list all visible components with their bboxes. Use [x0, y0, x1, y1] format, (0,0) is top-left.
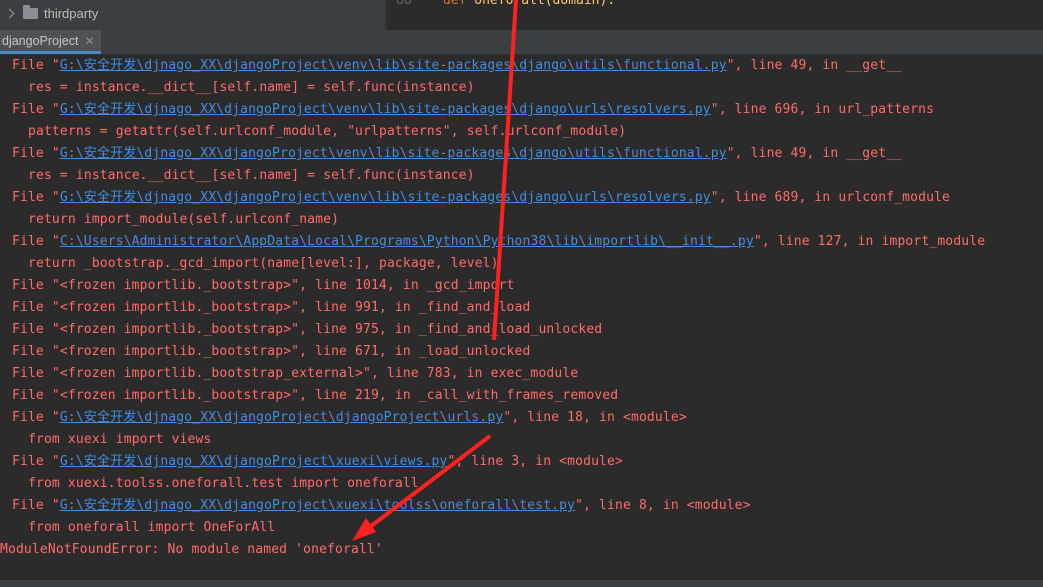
- editor-code-line: 88 def oneforall(domain):: [396, 0, 615, 8]
- file-path-link[interactable]: G:\安全开发\djnago_XX\djangoProject\venv\lib…: [60, 102, 711, 117]
- file-path-link[interactable]: G:\安全开发\djnago_XX\djangoProject\venv\lib…: [60, 190, 711, 205]
- traceback-frame-line: File "G:\安全开发\djnago_XX\djangoProject\ve…: [0, 100, 934, 120]
- traceback-frame-line: File "G:\安全开发\djnago_XX\djangoProject\dj…: [0, 408, 687, 428]
- chevron-right-icon[interactable]: [4, 8, 15, 18]
- traceback-frame-line: File "<frozen importlib._bootstrap>", li…: [12, 300, 531, 315]
- console-output[interactable]: File "G:\安全开发\djnago_XX\djangoProject\ve…: [0, 56, 1043, 580]
- frame-suffix: ", line 3, in <module>: [447, 454, 623, 469]
- frame-prefix: File ": [12, 498, 60, 513]
- frame-prefix: File ": [12, 146, 60, 161]
- line-number: 88: [396, 0, 412, 8]
- project-pane: thirdparty: [0, 0, 385, 30]
- file-path-link[interactable]: G:\安全开发\djnago_XX\djangoProject\venv\lib…: [60, 146, 727, 161]
- traceback-frame-line: File "<frozen importlib._bootstrap>", li…: [12, 344, 531, 359]
- close-icon[interactable]: ✕: [84, 35, 94, 47]
- frame-suffix: ", line 49, in __get__: [726, 146, 903, 161]
- frame-prefix: File ": [12, 102, 60, 117]
- traceback-code-line: res = instance.__dict__[self.name] = sel…: [28, 168, 475, 183]
- traceback-code-line: res = instance.__dict__[self.name] = sel…: [28, 80, 475, 95]
- traceback-frame-line: File "C:\Users\Administrator\AppData\Loc…: [0, 232, 985, 252]
- frame-prefix: File ": [12, 454, 60, 469]
- traceback-frame-line: File "<frozen importlib._bootstrap_exter…: [12, 366, 579, 381]
- tab-label: djangoProject: [2, 33, 79, 48]
- traceback-frame-line: File "G:\安全开发\djnago_XX\djangoProject\ve…: [0, 144, 902, 164]
- traceback-frame-line: File "G:\安全开发\djnago_XX\djangoProject\xu…: [0, 452, 623, 472]
- frame-suffix: ", line 696, in url_patterns: [710, 102, 935, 117]
- bottom-border: [0, 580, 1043, 587]
- traceback-code-line: return _bootstrap._gcd_import(name[level…: [28, 256, 499, 271]
- file-path-link[interactable]: G:\安全开发\djnago_XX\djangoProject\xuexi\to…: [60, 498, 575, 513]
- traceback-code-line: return import_module(self.urlconf_name): [28, 212, 340, 227]
- traceback-frame-line: File "G:\安全开发\djnago_XX\djangoProject\ve…: [0, 188, 950, 208]
- frame-prefix: File ": [12, 234, 60, 249]
- frame-suffix: ", line 18, in <module>: [503, 410, 687, 425]
- folder-icon: [23, 4, 38, 19]
- tree-item-label: thirdparty: [44, 5, 99, 21]
- traceback-code-line: from oneforall import OneForAll: [28, 520, 276, 535]
- traceback-frame-line: File "G:\安全开发\djnago_XX\djangoProject\ve…: [0, 56, 902, 76]
- traceback-frame-line: File "G:\安全开发\djnago_XX\djangoProject\xu…: [0, 496, 751, 516]
- file-path-link[interactable]: C:\Users\Administrator\AppData\Local\Pro…: [60, 234, 754, 249]
- file-path-link[interactable]: G:\安全开发\djnago_XX\djangoProject\venv\lib…: [60, 58, 727, 73]
- frame-suffix: ", line 127, in import_module: [753, 234, 986, 249]
- file-path-link[interactable]: G:\安全开发\djnago_XX\djangoProject\djangoPr…: [60, 410, 503, 425]
- file-path-link[interactable]: G:\安全开发\djnago_XX\djangoProject\xuexi\vi…: [60, 454, 448, 469]
- frame-prefix: File ": [12, 410, 60, 425]
- function-name: oneforall(domain):: [474, 0, 616, 8]
- top-bar: thirdparty 88 def oneforall(domain):: [0, 0, 1043, 30]
- run-tab-bar: djangoProject ✕: [0, 30, 1043, 55]
- tree-item-thirdparty[interactable]: thirdparty: [4, 3, 99, 23]
- traceback-code-line: from xuexi import views: [28, 432, 212, 447]
- frame-suffix: ", line 49, in __get__: [726, 58, 903, 73]
- traceback-code-line: from xuexi.toolss.oneforall.test import …: [28, 476, 419, 491]
- traceback-frame-line: File "<frozen importlib._bootstrap>", li…: [12, 388, 619, 403]
- traceback-frame-line: File "<frozen importlib._bootstrap>", li…: [12, 322, 603, 337]
- traceback-frame-line: File "<frozen importlib._bootstrap>", li…: [12, 278, 515, 293]
- frame-suffix: ", line 8, in <module>: [575, 498, 751, 513]
- tab-djangoproject[interactable]: djangoProject ✕: [0, 30, 101, 54]
- frame-prefix: File ": [12, 58, 60, 73]
- frame-suffix: ", line 689, in urlconf_module: [710, 190, 951, 205]
- keyword: def: [442, 0, 467, 8]
- error-message: ModuleNotFoundError: No module named 'on…: [0, 542, 383, 557]
- frame-prefix: File ": [12, 190, 60, 205]
- traceback-code-line: patterns = getattr(self.urlconf_module, …: [28, 124, 627, 139]
